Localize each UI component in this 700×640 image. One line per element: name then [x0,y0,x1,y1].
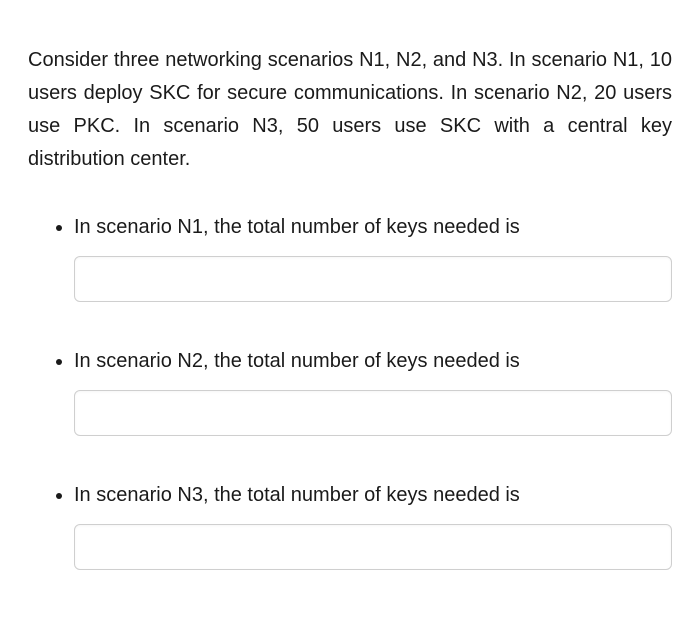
answer-wrap-n2 [74,390,672,436]
answer-input-n3[interactable] [74,524,672,570]
answer-input-n2[interactable] [74,390,672,436]
question-label-n3: In scenario N3, the total number of keys… [74,484,520,506]
question-label-n1: In scenario N1, the total number of keys… [74,216,520,238]
question-label-n2: In scenario N2, the total number of keys… [74,350,520,372]
question-item-n3: In scenario N3, the total number of keys… [74,480,672,570]
question-item-n1: In scenario N1, the total number of keys… [74,212,672,302]
answer-input-n1[interactable] [74,256,672,302]
question-item-n2: In scenario N2, the total number of keys… [74,346,672,436]
answer-wrap-n1 [74,256,672,302]
answer-wrap-n3 [74,524,672,570]
question-intro: Consider three networking scenarios N1, … [28,44,672,176]
question-list: In scenario N1, the total number of keys… [28,212,672,570]
